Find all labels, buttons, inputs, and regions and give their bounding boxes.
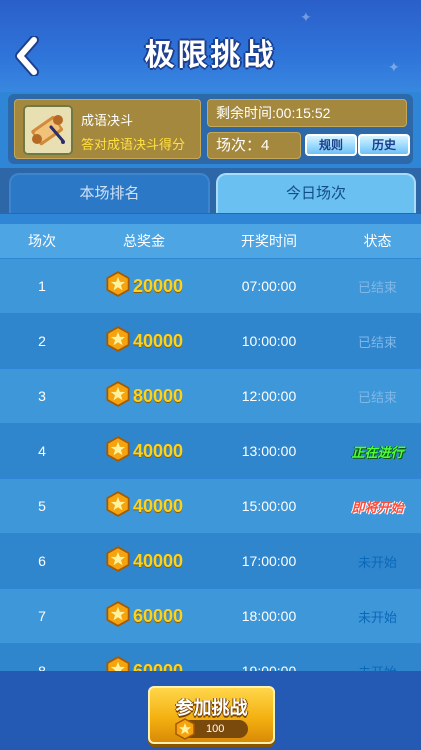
column-header-status: 状态 xyxy=(363,233,392,249)
coin-icon xyxy=(105,655,131,671)
prize-amount: 40000 xyxy=(132,440,184,461)
prize-cell: 20000 xyxy=(84,270,204,302)
status-badge: 已结束 xyxy=(357,279,397,295)
history-button[interactable]: 历史 xyxy=(358,134,410,156)
table-row: 7 60000 18:00:00 未开始 xyxy=(0,589,421,643)
coin-icon xyxy=(105,600,131,632)
prize-amount: 20000 xyxy=(132,275,184,296)
status-badge: 已结束 xyxy=(357,389,397,405)
coin-icon xyxy=(105,270,131,302)
status-badge: 正在进行 xyxy=(351,444,404,460)
game-name: 成语决斗 xyxy=(81,113,134,128)
tab-current-ranking[interactable]: 本场排名 xyxy=(9,173,210,213)
header-bar: ✦ ✦ 极限挑战 xyxy=(0,0,421,92)
prize-cell: 40000 xyxy=(84,435,204,467)
table-header: 场次 总奖金 开奖时间 状态 xyxy=(0,224,421,258)
draw-time: 19:00:00 xyxy=(241,663,297,671)
coin-icon xyxy=(105,545,131,577)
join-challenge-label: 参加挑战 xyxy=(175,698,248,719)
table-row: 4 40000 13:00:00 正在进行 xyxy=(0,424,421,478)
status-badge: 未开始 xyxy=(357,609,397,625)
column-header-prize: 总奖金 xyxy=(123,233,165,249)
game-card: 成语决斗 答对成语决斗得分 xyxy=(14,99,201,159)
prize-cell: 80000 xyxy=(84,380,204,412)
draw-time: 12:00:00 xyxy=(241,388,297,404)
sparkle-icon: ✦ xyxy=(300,10,312,26)
rules-button[interactable]: 规则 xyxy=(305,134,357,156)
draw-time: 18:00:00 xyxy=(241,608,297,624)
footer-bar: 参加挑战 100 xyxy=(0,671,421,750)
round-index: 6 xyxy=(38,553,46,569)
prize-amount: 80000 xyxy=(132,385,184,406)
round-index: 2 xyxy=(38,333,46,349)
table-row: 6 40000 17:00:00 未开始 xyxy=(0,534,421,588)
prize-cell: 40000 xyxy=(84,545,204,577)
status-badge: 未开始 xyxy=(334,662,421,672)
coin-icon xyxy=(105,325,131,357)
game-info-panel: 成语决斗 答对成语决斗得分 剩余时间:00:15:52 场次：4 规则 历史 xyxy=(8,94,413,164)
prize-cell: 60000 xyxy=(84,655,204,672)
draw-time: 15:00:00 xyxy=(241,498,297,514)
coin-icon xyxy=(105,380,131,412)
prize-amount: 60000 xyxy=(132,660,184,672)
table-row: 2 40000 10:00:00 已结束 xyxy=(0,314,421,368)
column-header-round: 场次 xyxy=(28,233,56,249)
round-index: 7 xyxy=(38,608,46,624)
prize-amount: 40000 xyxy=(132,495,184,516)
status-badge: 即将开始 xyxy=(351,499,404,515)
prize-cell: 40000 xyxy=(84,490,204,522)
draw-time: 07:00:00 xyxy=(241,278,297,294)
column-header-time: 开奖时间 xyxy=(241,233,297,249)
rounds-table: 1 20000 07:00:00 已结束 2 40000 10:00:00 已结束 3 80000… xyxy=(0,259,421,671)
draw-time: 13:00:00 xyxy=(241,443,297,459)
table-row: 3 80000 12:00:00 已结束 xyxy=(0,369,421,423)
round-index: 8 xyxy=(38,663,46,671)
remaining-time: 剩余时间:00:15:52 xyxy=(207,99,407,127)
prize-amount: 40000 xyxy=(132,550,184,571)
round-index: 3 xyxy=(38,388,46,404)
draw-time: 10:00:00 xyxy=(241,333,297,349)
table-row: 1 20000 07:00:00 已结束 xyxy=(0,259,421,313)
round-index: 4 xyxy=(38,443,46,459)
round-number: 场次：4 xyxy=(207,132,301,159)
status-badge: 未开始 xyxy=(357,554,397,570)
round-index: 1 xyxy=(38,278,46,294)
scroll-icon xyxy=(23,105,73,155)
tab-today-rounds[interactable]: 今日场次 xyxy=(216,173,416,213)
status-badge: 已结束 xyxy=(357,334,397,350)
round-index: 5 xyxy=(38,498,46,514)
coin-icon xyxy=(105,490,131,522)
page-title: 极限挑战 xyxy=(144,38,277,73)
prize-amount: 60000 xyxy=(132,605,184,626)
prize-cell: 40000 xyxy=(84,325,204,357)
table-row: 8 60000 19:00:00 未开始 xyxy=(0,644,421,671)
draw-time: 17:00:00 xyxy=(241,553,297,569)
join-challenge-button[interactable]: 参加挑战 100 xyxy=(148,686,275,744)
coin-icon xyxy=(175,718,195,740)
game-description: 答对成语决斗得分 xyxy=(81,137,186,152)
prize-amount: 40000 xyxy=(132,330,184,351)
table-row: 5 40000 15:00:00 即将开始 xyxy=(0,479,421,533)
prize-cell: 60000 xyxy=(84,600,204,632)
coin-icon xyxy=(105,435,131,467)
